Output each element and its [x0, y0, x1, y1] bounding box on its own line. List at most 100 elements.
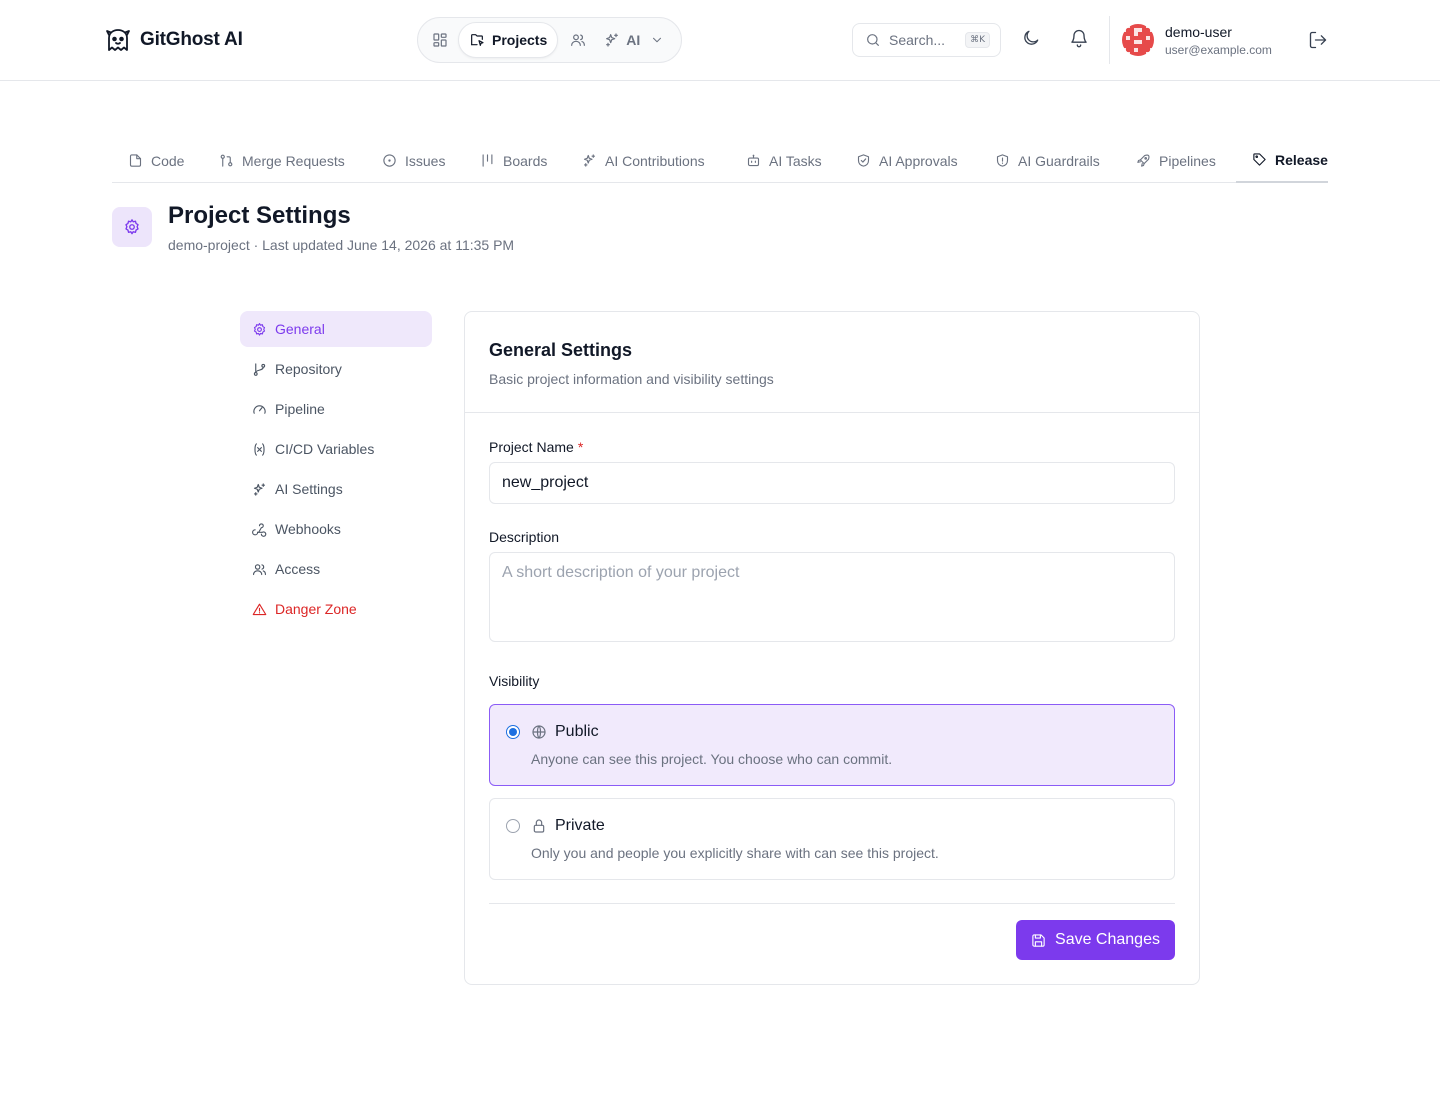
- user-email: user@example.com: [1165, 43, 1272, 57]
- card-description: Basic project information and visibility…: [489, 371, 774, 387]
- ai-nav-label: AI: [626, 32, 641, 48]
- search-icon: [865, 32, 881, 48]
- user-name: demo-user: [1165, 24, 1232, 40]
- folder-icon: [469, 32, 485, 48]
- variable-icon: [252, 442, 267, 457]
- ghost-logo-icon: [104, 26, 132, 54]
- logout-button[interactable]: [1308, 30, 1328, 50]
- git-branch-icon: [252, 362, 267, 377]
- general-settings-card: General Settings Basic project informati…: [464, 311, 1200, 985]
- sidenav-item-danger-zone[interactable]: Danger Zone: [240, 591, 432, 627]
- tab-code[interactable]: Code: [128, 138, 184, 183]
- sidenav-label: Danger Zone: [275, 601, 357, 617]
- card-header: General Settings Basic project informati…: [465, 312, 1199, 413]
- project-name-input[interactable]: [489, 462, 1175, 504]
- circle-dot-icon: [382, 153, 397, 168]
- sidenav-label: Repository: [275, 361, 342, 377]
- project-name-label-text: Project Name: [489, 439, 574, 455]
- save-icon: [1031, 933, 1046, 948]
- git-pull-request-icon: [219, 153, 234, 168]
- sidenav-label: Pipeline: [275, 401, 325, 417]
- bell-icon: [1069, 28, 1089, 48]
- sidenav-label: Webhooks: [275, 521, 341, 537]
- tab-label: Issues: [405, 152, 446, 169]
- sidenav-label: AI Settings: [275, 481, 343, 497]
- tab-ai-guardrails[interactable]: AI Guardrails: [995, 138, 1100, 183]
- notifications-button[interactable]: [1069, 28, 1089, 48]
- webhook-icon: [252, 522, 267, 537]
- tab-issues[interactable]: Issues: [382, 138, 445, 183]
- public-option-description: Anyone can see this project. You choose …: [531, 751, 893, 767]
- sidenav-item-webhooks[interactable]: Webhooks: [240, 511, 432, 547]
- users-icon: [570, 32, 586, 48]
- sidenav-item-general[interactable]: General: [240, 311, 432, 347]
- project-tabs: Code Merge Requests Issues Boards AI Con…: [112, 138, 1328, 183]
- project-name-label: Project Name *: [489, 439, 583, 455]
- sidenav-item-access[interactable]: Access: [240, 551, 432, 587]
- sparkles-icon: [582, 153, 597, 168]
- tab-merge-requests[interactable]: Merge Requests: [219, 138, 345, 183]
- theme-toggle-button[interactable]: [1021, 28, 1041, 48]
- tag-icon: [1252, 152, 1267, 167]
- brand[interactable]: GitGhost AI: [104, 26, 243, 54]
- sidenav-label: General: [275, 321, 325, 337]
- tab-label: Merge Requests: [242, 152, 345, 169]
- tab-release[interactable]: Release: [1236, 138, 1328, 183]
- sidenav-item-repository[interactable]: Repository: [240, 351, 432, 387]
- lock-icon: [531, 818, 547, 834]
- users-icon: [252, 562, 267, 577]
- private-option-label: Private: [555, 817, 605, 834]
- search-shortcut-badge: ⌘K: [965, 32, 990, 48]
- tab-ai-approvals[interactable]: AI Approvals: [856, 138, 958, 183]
- settings-title-icon: [112, 207, 152, 247]
- chevron-down-icon: [650, 33, 664, 47]
- sidenav-label: Access: [275, 561, 321, 577]
- description-textarea[interactable]: [489, 552, 1175, 642]
- top-header: GitGhost AI Projects AI Search... ⌘K dem…: [0, 0, 1440, 81]
- user-info[interactable]: demo-user user@example.com: [1165, 24, 1272, 57]
- card-footer-divider: [489, 903, 1175, 904]
- tab-label: Pipelines: [1159, 152, 1216, 169]
- logout-icon: [1308, 30, 1328, 50]
- public-radio[interactable]: [506, 725, 520, 739]
- page-subtitle: demo-project · Last updated June 14, 202…: [168, 237, 515, 253]
- required-mark: *: [577, 439, 584, 455]
- moon-icon: [1021, 28, 1041, 48]
- sidenav-item-pipeline[interactable]: Pipeline: [240, 391, 432, 427]
- public-option-title: Public: [531, 723, 599, 741]
- page-title: Project Settings: [168, 202, 351, 229]
- shield-check-icon: [856, 153, 871, 168]
- tab-label: Code: [151, 152, 185, 169]
- warning-icon: [252, 602, 267, 617]
- tab-boards[interactable]: Boards: [480, 138, 547, 183]
- users-nav-button[interactable]: [560, 22, 596, 58]
- tab-label: AI Approvals: [879, 152, 958, 169]
- shield-alert-icon: [995, 153, 1010, 168]
- globe-icon: [531, 724, 547, 740]
- ai-nav-dropdown[interactable]: AI: [596, 22, 672, 58]
- tab-pipelines[interactable]: Pipelines: [1136, 138, 1216, 183]
- visibility-label: Visibility: [489, 673, 540, 689]
- description-label: Description: [489, 529, 560, 545]
- header-divider: [1109, 16, 1110, 64]
- projects-nav-button[interactable]: Projects: [458, 22, 559, 58]
- private-option-title: Private: [531, 817, 605, 835]
- sidenav-item-cicd-variables[interactable]: CI/CD Variables: [240, 431, 432, 467]
- rocket-icon: [1136, 153, 1151, 168]
- dashboard-nav-button[interactable]: [422, 22, 458, 58]
- visibility-option-private[interactable]: Private Only you and people you explicit…: [489, 798, 1175, 880]
- settings-sidenav: General Repository Pipeline CI/CD Variab…: [240, 311, 432, 631]
- sparkles-icon: [252, 482, 267, 497]
- avatar[interactable]: [1122, 24, 1154, 56]
- search-box[interactable]: Search... ⌘K: [852, 23, 1001, 57]
- sidenav-item-ai-settings[interactable]: AI Settings: [240, 471, 432, 507]
- kanban-icon: [480, 153, 495, 168]
- tab-ai-tasks[interactable]: AI Tasks: [746, 138, 822, 183]
- tab-label: AI Guardrails: [1018, 152, 1100, 169]
- private-radio[interactable]: [506, 819, 520, 833]
- save-changes-button[interactable]: Save Changes: [1016, 920, 1175, 960]
- visibility-option-public[interactable]: Public Anyone can see this project. You …: [489, 704, 1175, 786]
- tab-ai-contributions[interactable]: AI Contributions: [582, 138, 705, 183]
- file-icon: [128, 153, 143, 168]
- tab-label: AI Tasks: [769, 152, 822, 169]
